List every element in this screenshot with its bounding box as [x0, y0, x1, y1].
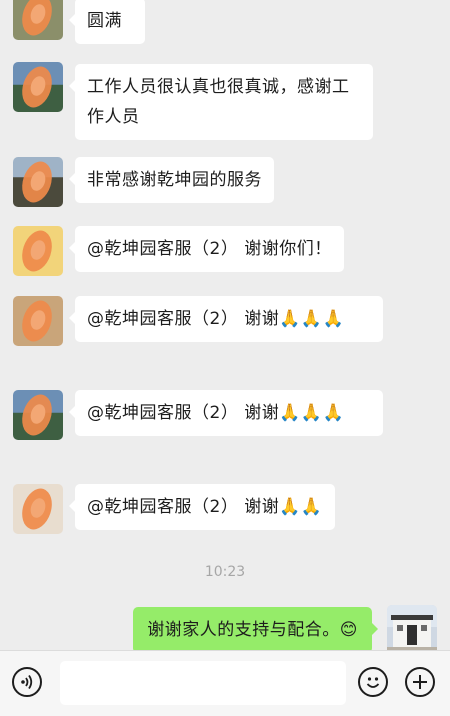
message-text: 工作人员很认真也很真诚，感谢工作人员 [87, 77, 350, 127]
message-bubble[interactable]: @乾坤园客服（2） 谢谢🙏🙏🙏 [69, 390, 383, 436]
timestamp: 10:23 [204, 564, 246, 580]
message-text: @乾坤园客服（2） 谢谢你们！ [87, 239, 332, 259]
message-text: @乾坤园客服（2） 谢谢🙏🙏 [87, 497, 323, 517]
message-text: 谢谢家人的支持与配合。😊 [147, 620, 358, 640]
avatar[interactable] [13, 390, 63, 440]
voice-button[interactable] [12, 667, 42, 697]
message-input[interactable] [60, 661, 346, 705]
avatar[interactable] [13, 157, 63, 207]
message-text: 非常感谢乾坤园的服务 [87, 170, 262, 190]
gate-photo [387, 605, 437, 650]
plus-button[interactable] [405, 667, 435, 697]
message-bubble[interactable]: 工作人员很认真也很真诚，感谢工作人员 [69, 64, 373, 140]
avatar[interactable] [13, 0, 63, 40]
message-text: @乾坤园客服（2） 谢谢🙏🙏🙏 [87, 309, 345, 329]
message-bubble[interactable]: 非常感谢乾坤园的服务 [69, 157, 274, 203]
my-message-bubble[interactable]: 谢谢家人的支持与配合。😊 [133, 607, 378, 650]
avatar[interactable] [13, 296, 63, 346]
plus-icon [413, 675, 427, 689]
voice-icon [21, 674, 33, 690]
input-bar [0, 650, 450, 716]
my-avatar[interactable] [387, 605, 437, 650]
message-bubble[interactable]: 圆满 [69, 0, 145, 44]
avatar[interactable] [13, 62, 63, 112]
emoji-icon [366, 677, 380, 688]
avatar[interactable] [13, 226, 63, 276]
avatar[interactable] [13, 484, 63, 534]
emoji-button[interactable] [358, 667, 388, 697]
message-bubble[interactable]: @乾坤园客服（2） 谢谢🙏🙏🙏 [69, 296, 383, 342]
message-text: @乾坤园客服（2） 谢谢🙏🙏🙏 [87, 403, 345, 423]
message-text: 圆满 [87, 11, 122, 31]
message-bubble[interactable]: @乾坤园客服（2） 谢谢🙏🙏 [69, 484, 335, 530]
message-bubble[interactable]: @乾坤园客服（2） 谢谢你们！ [69, 226, 344, 272]
chat-area[interactable]: 圆满 工作人员很认真也很真诚，感谢工作人员 非常感谢乾坤园的服务 @乾坤园客服（… [0, 0, 450, 650]
